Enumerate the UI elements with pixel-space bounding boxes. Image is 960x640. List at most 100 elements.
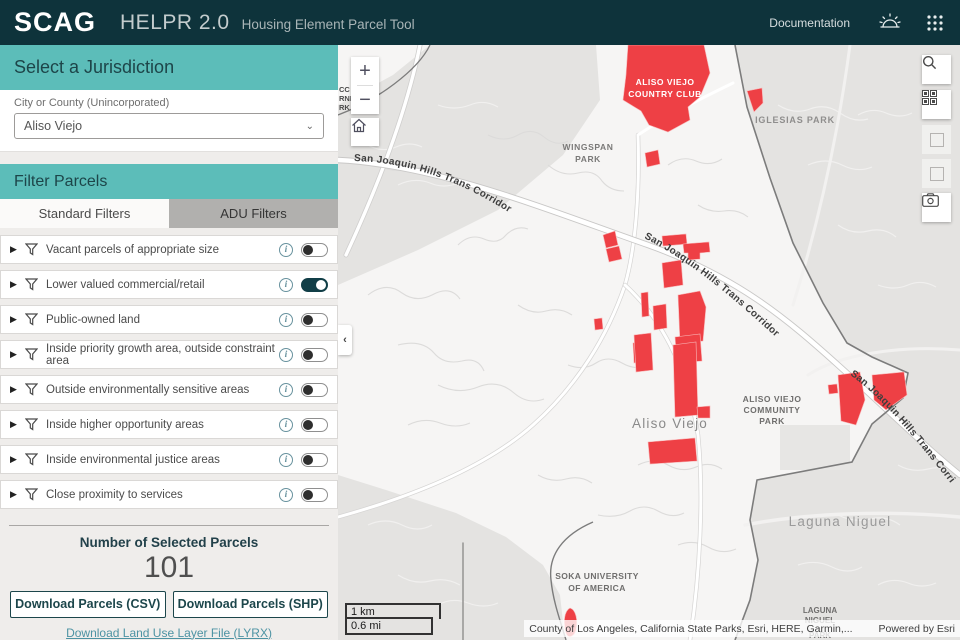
label-community-park: ALISO VIEJO — [743, 394, 802, 404]
scale-bar: 1 km 0.6 mi — [345, 603, 441, 635]
tab-standard-filters[interactable]: Standard Filters — [0, 199, 169, 228]
filter-list: ▶ Vacant parcels of appropriate size i ▶… — [0, 235, 338, 509]
filter-row: ▶ Public-owned land i — [0, 305, 338, 334]
funnel-icon — [25, 418, 38, 431]
funnel-icon — [25, 453, 38, 466]
expand-caret-icon[interactable]: ▶ — [10, 489, 25, 500]
filter-section-title: Filter Parcels — [0, 164, 338, 199]
map-canvas[interactable]: ALISO VIEJO COUNTRY CLUB IGLESIAS PARK W… — [338, 45, 960, 640]
left-panel: Select a Jurisdiction City or County (Un… — [0, 45, 338, 640]
camera-icon — [922, 193, 939, 207]
app-launcher-grid-icon[interactable] — [926, 14, 944, 32]
widget-button-1[interactable] — [922, 125, 951, 154]
svg-text:COMMUNITY: COMMUNITY — [744, 405, 801, 415]
info-icon[interactable]: i — [279, 278, 293, 292]
app-subtitle: Housing Element Parcel Tool — [242, 13, 415, 32]
svg-text:PARK: PARK — [759, 416, 785, 426]
info-icon[interactable]: i — [279, 243, 293, 257]
funnel-icon — [25, 383, 38, 396]
app-header: SCAG HELPR 2.0 Housing Element Parcel To… — [0, 0, 960, 45]
info-icon[interactable]: i — [279, 418, 293, 432]
expand-caret-icon[interactable]: ▶ — [10, 349, 25, 360]
svg-text:OF AMERICA: OF AMERICA — [568, 583, 626, 593]
info-icon[interactable]: i — [279, 453, 293, 467]
jurisdiction-selected-value: Aliso Viejo — [24, 119, 82, 133]
filter-toggle[interactable] — [301, 383, 328, 397]
widget-button-2[interactable] — [922, 159, 951, 188]
svg-text:COUNTRY CLUB: COUNTRY CLUB — [628, 89, 702, 99]
chevron-down-icon: ⌄ — [306, 121, 314, 132]
notification-bell-icon[interactable] — [878, 12, 902, 34]
results-divider — [9, 525, 329, 526]
label-edge-truncated: CC — [339, 85, 350, 94]
filter-row: ▶ Lower valued commercial/retail i — [0, 270, 338, 299]
zoom-control: + − — [351, 57, 379, 114]
zoom-out-button[interactable]: − — [351, 86, 379, 114]
expand-caret-icon[interactable]: ▶ — [10, 454, 25, 465]
map-attribution: County of Los Angeles, California State … — [524, 620, 960, 637]
park-area-block — [780, 425, 850, 470]
filter-row: ▶ Inside environmental justice areas i — [0, 445, 338, 474]
jurisdiction-field-label: City or County (Unincorporated) — [14, 97, 324, 109]
filter-row: ▶ Close proximity to services i — [0, 480, 338, 509]
tab-adu-filters[interactable]: ADU Filters — [169, 199, 338, 228]
basemap-gallery-button[interactable] — [922, 90, 951, 119]
filter-toggle[interactable] — [301, 488, 328, 502]
panel-collapse-handle[interactable]: ‹ — [338, 325, 352, 355]
jurisdiction-section-title: Select a Jurisdiction — [0, 45, 338, 90]
info-icon[interactable]: i — [279, 383, 293, 397]
funnel-icon — [25, 348, 38, 361]
expand-caret-icon[interactable]: ▶ — [10, 384, 25, 395]
attribution-sources: County of Los Angeles, California State … — [529, 623, 852, 635]
download-lyrx-link[interactable]: Download Land Use Layer File (LYRX) — [0, 626, 338, 640]
powered-by-esri: Powered by Esri — [879, 623, 955, 635]
filter-toggle[interactable] — [301, 278, 328, 292]
svg-text:PARK: PARK — [575, 154, 601, 164]
label-country-club: ALISO VIEJO — [636, 77, 695, 87]
filter-row: ▶ Vacant parcels of appropriate size i — [0, 235, 338, 264]
label-wingspan-park: WINGSPAN — [563, 142, 614, 152]
documentation-link[interactable]: Documentation — [769, 16, 850, 30]
filter-toggle[interactable] — [301, 313, 328, 327]
filter-toggle[interactable] — [301, 453, 328, 467]
search-icon — [922, 55, 937, 70]
filter-row: ▶ Inside priority growth area, outside c… — [0, 340, 338, 369]
filter-toggle[interactable] — [301, 418, 328, 432]
info-icon[interactable]: i — [279, 348, 293, 362]
filter-row: ▶ Inside higher opportunity areas i — [0, 410, 338, 439]
selected-parcels-label: Number of Selected Parcels — [0, 535, 338, 550]
download-csv-button[interactable]: Download Parcels (CSV) — [10, 591, 166, 618]
info-icon[interactable]: i — [279, 488, 293, 502]
jurisdiction-select[interactable]: Aliso Viejo ⌄ — [14, 113, 324, 139]
expand-caret-icon[interactable]: ▶ — [10, 279, 25, 290]
home-extent-button[interactable] — [351, 118, 379, 146]
download-shp-button[interactable]: Download Parcels (SHP) — [173, 591, 329, 618]
square-icon — [930, 133, 944, 147]
filter-toggle[interactable] — [301, 348, 328, 362]
search-button[interactable] — [922, 55, 951, 84]
svg-text:RK: RK — [339, 103, 350, 112]
label-soka-university: SOKA UNIVERSITY — [555, 571, 639, 581]
square-icon — [930, 167, 944, 181]
zoom-in-button[interactable]: + — [351, 57, 379, 85]
map-container[interactable]: ALISO VIEJO COUNTRY CLUB IGLESIAS PARK W… — [338, 45, 960, 640]
screenshot-button[interactable] — [922, 193, 951, 222]
expand-caret-icon[interactable]: ▶ — [10, 314, 25, 325]
home-icon — [351, 118, 367, 133]
expand-caret-icon[interactable]: ▶ — [10, 244, 25, 255]
selected-parcels-count: 101 — [0, 552, 338, 584]
funnel-icon — [25, 488, 38, 501]
label-iglesias-park: IGLESIAS PARK — [755, 115, 835, 125]
basemap-icon — [922, 90, 937, 105]
scag-logo: SCAG — [14, 7, 96, 38]
funnel-icon — [25, 313, 38, 326]
label-city-aliso-viejo: Aliso Viejo — [632, 416, 708, 431]
label-laguna-niguel-park: LAGUNA — [803, 606, 837, 615]
filter-toggle[interactable] — [301, 243, 328, 257]
scale-mi: 0.6 mi — [345, 617, 433, 635]
app-title: HELPR 2.0 — [120, 11, 230, 35]
info-icon[interactable]: i — [279, 313, 293, 327]
funnel-icon — [25, 243, 38, 256]
expand-caret-icon[interactable]: ▶ — [10, 419, 25, 430]
filter-row: ▶ Outside environmentally sensitive area… — [0, 375, 338, 404]
